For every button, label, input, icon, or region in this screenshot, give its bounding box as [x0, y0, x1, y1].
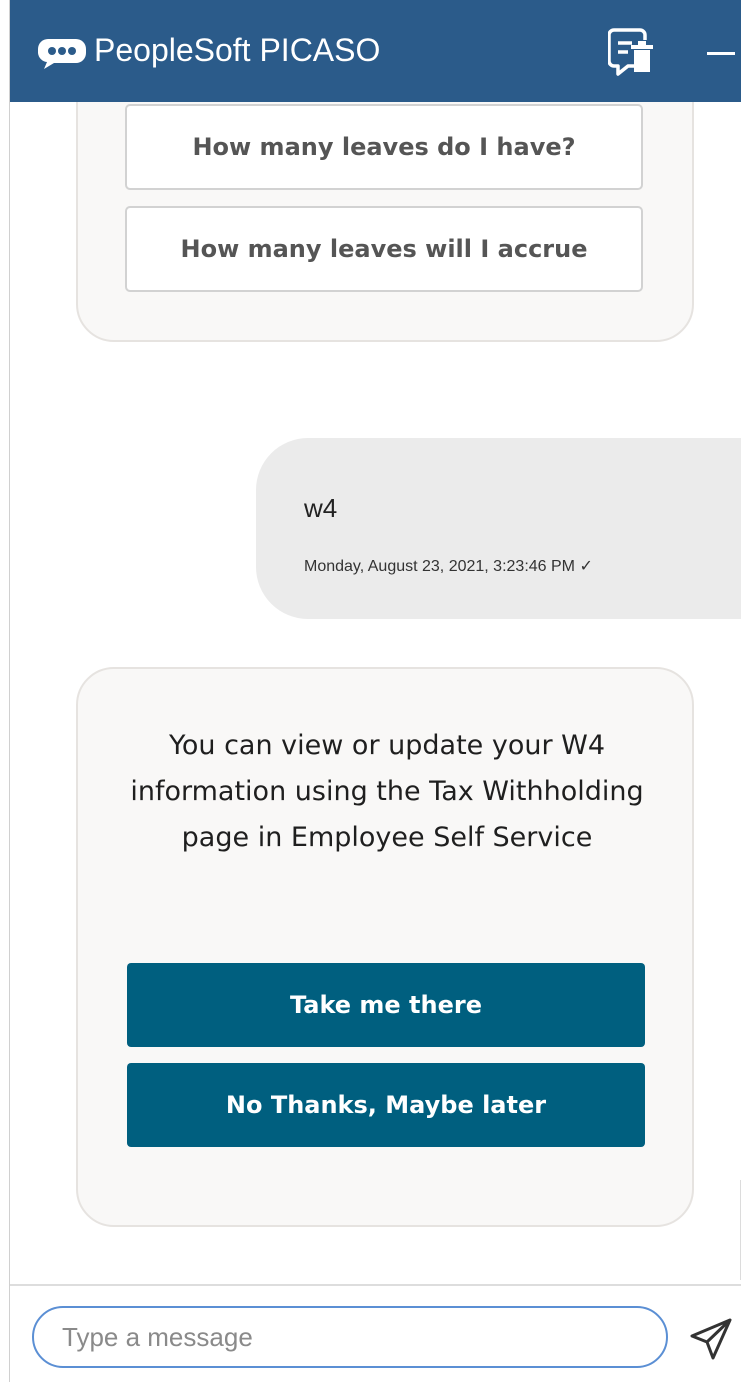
composer [10, 1284, 747, 1382]
app-title: PeopleSoft PICASO [94, 32, 381, 68]
user-message-bubble: w4 Monday, August 23, 2021, 3:23:46 PM ✓ [256, 438, 741, 619]
quick-reply-button[interactable]: How many leaves will I accrue [125, 206, 643, 292]
bot-message-card: You can view or update your W4 informati… [76, 667, 694, 1227]
chat-transcript[interactable]: How many leaves do I have? How many leav… [10, 102, 741, 1284]
message-input[interactable] [32, 1306, 668, 1368]
chat-bubble-icon [38, 39, 86, 69]
bot-message-text: You can view or update your W4 informati… [130, 730, 644, 853]
message-timestamp: Monday, August 23, 2021, 3:23:46 PM ✓ [304, 558, 593, 575]
window-right-edge [741, 0, 747, 1382]
take-me-there-button[interactable]: Take me there [127, 963, 645, 1047]
send-icon[interactable] [688, 1316, 734, 1362]
no-thanks-button[interactable]: No Thanks, Maybe later [127, 1063, 645, 1147]
quick-reply-button[interactable]: How many leaves do I have? [125, 104, 643, 190]
clear-conversation-icon[interactable] [608, 26, 656, 78]
minimize-icon[interactable] [692, 30, 742, 76]
chat-header: PeopleSoft PICASO [10, 0, 747, 102]
user-message-text: w4 [304, 493, 338, 523]
window-left-edge [0, 0, 10, 1382]
